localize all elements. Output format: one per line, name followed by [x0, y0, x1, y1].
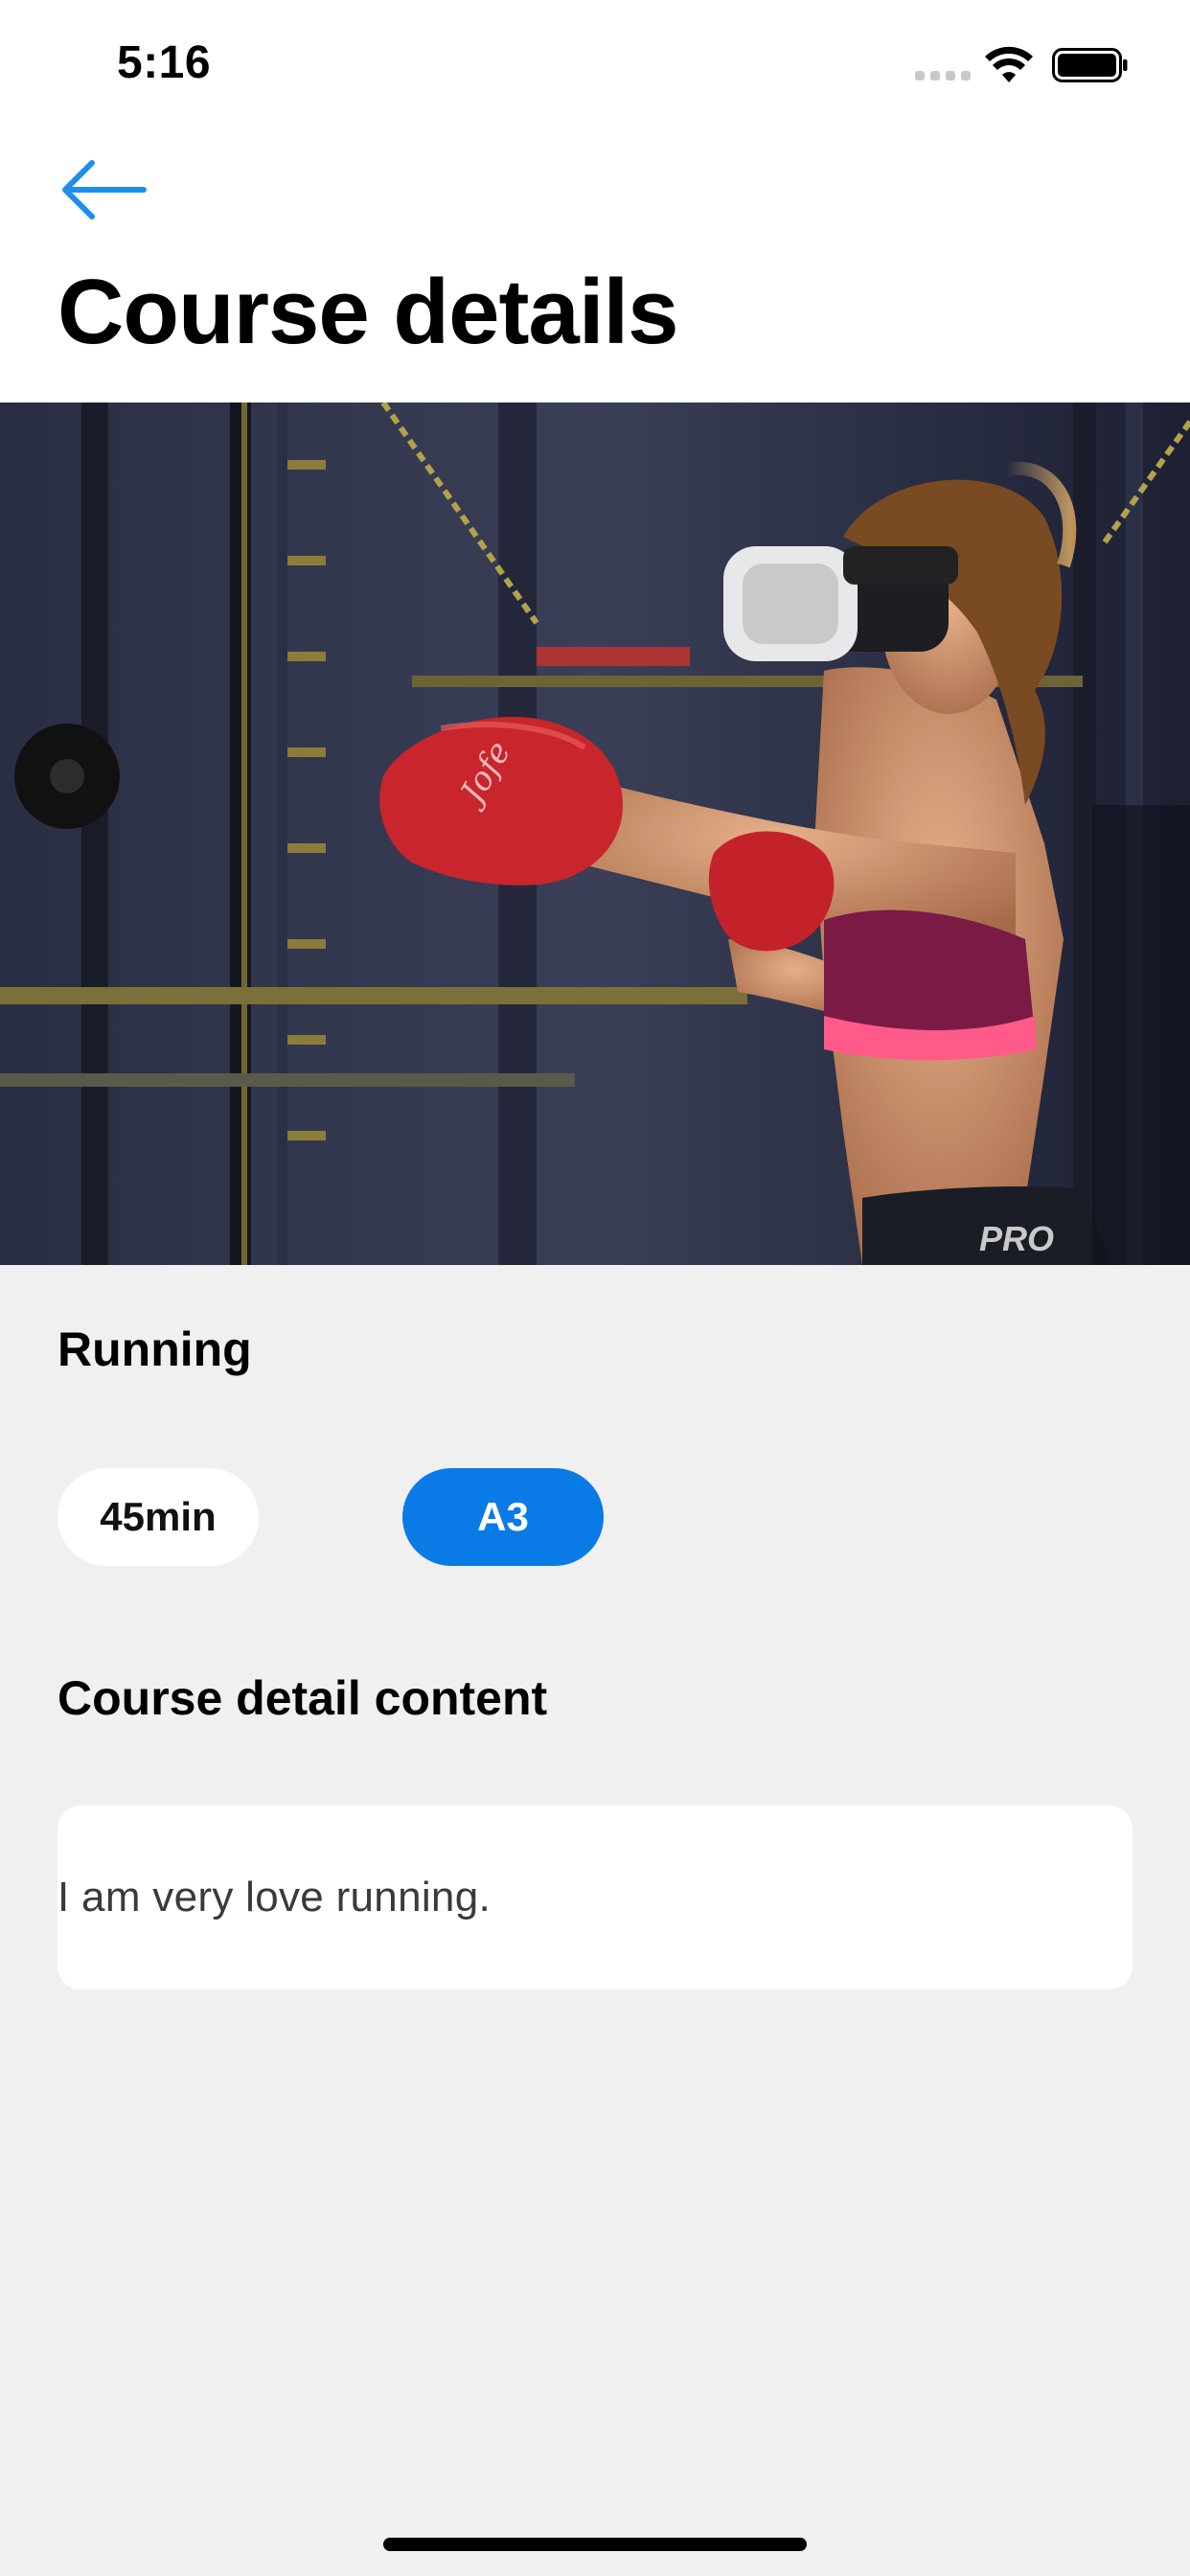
duration-label: 45min	[100, 1494, 217, 1539]
arrow-left-icon	[62, 159, 147, 219]
detail-content-card: I am very love running.	[57, 1806, 1133, 1990]
battery-icon	[1052, 48, 1128, 82]
page-title: Course details	[57, 261, 679, 363]
status-time: 5:16	[117, 37, 212, 88]
cellular-signal-icon	[915, 71, 973, 80]
status-bar: 5:16	[0, 0, 1190, 134]
course-cover-photo: PRO Jofe	[0, 402, 1190, 1265]
shorts-brand-text: PRO	[979, 1219, 1054, 1258]
course-name: Running	[57, 1322, 252, 1376]
header-area: 5:16 Course details	[0, 0, 1190, 402]
duration-badge: 45min	[57, 1468, 259, 1566]
home-indicator[interactable]	[383, 2538, 807, 2551]
level-badge: A3	[402, 1468, 604, 1566]
wifi-icon	[985, 46, 1033, 82]
detail-content-text: I am very love running.	[57, 1874, 491, 1920]
detail-heading: Course detail content	[57, 1671, 548, 1725]
back-button[interactable]	[57, 144, 163, 235]
level-label: A3	[477, 1494, 529, 1539]
course-cover-image: PRO Jofe	[0, 402, 1190, 1265]
